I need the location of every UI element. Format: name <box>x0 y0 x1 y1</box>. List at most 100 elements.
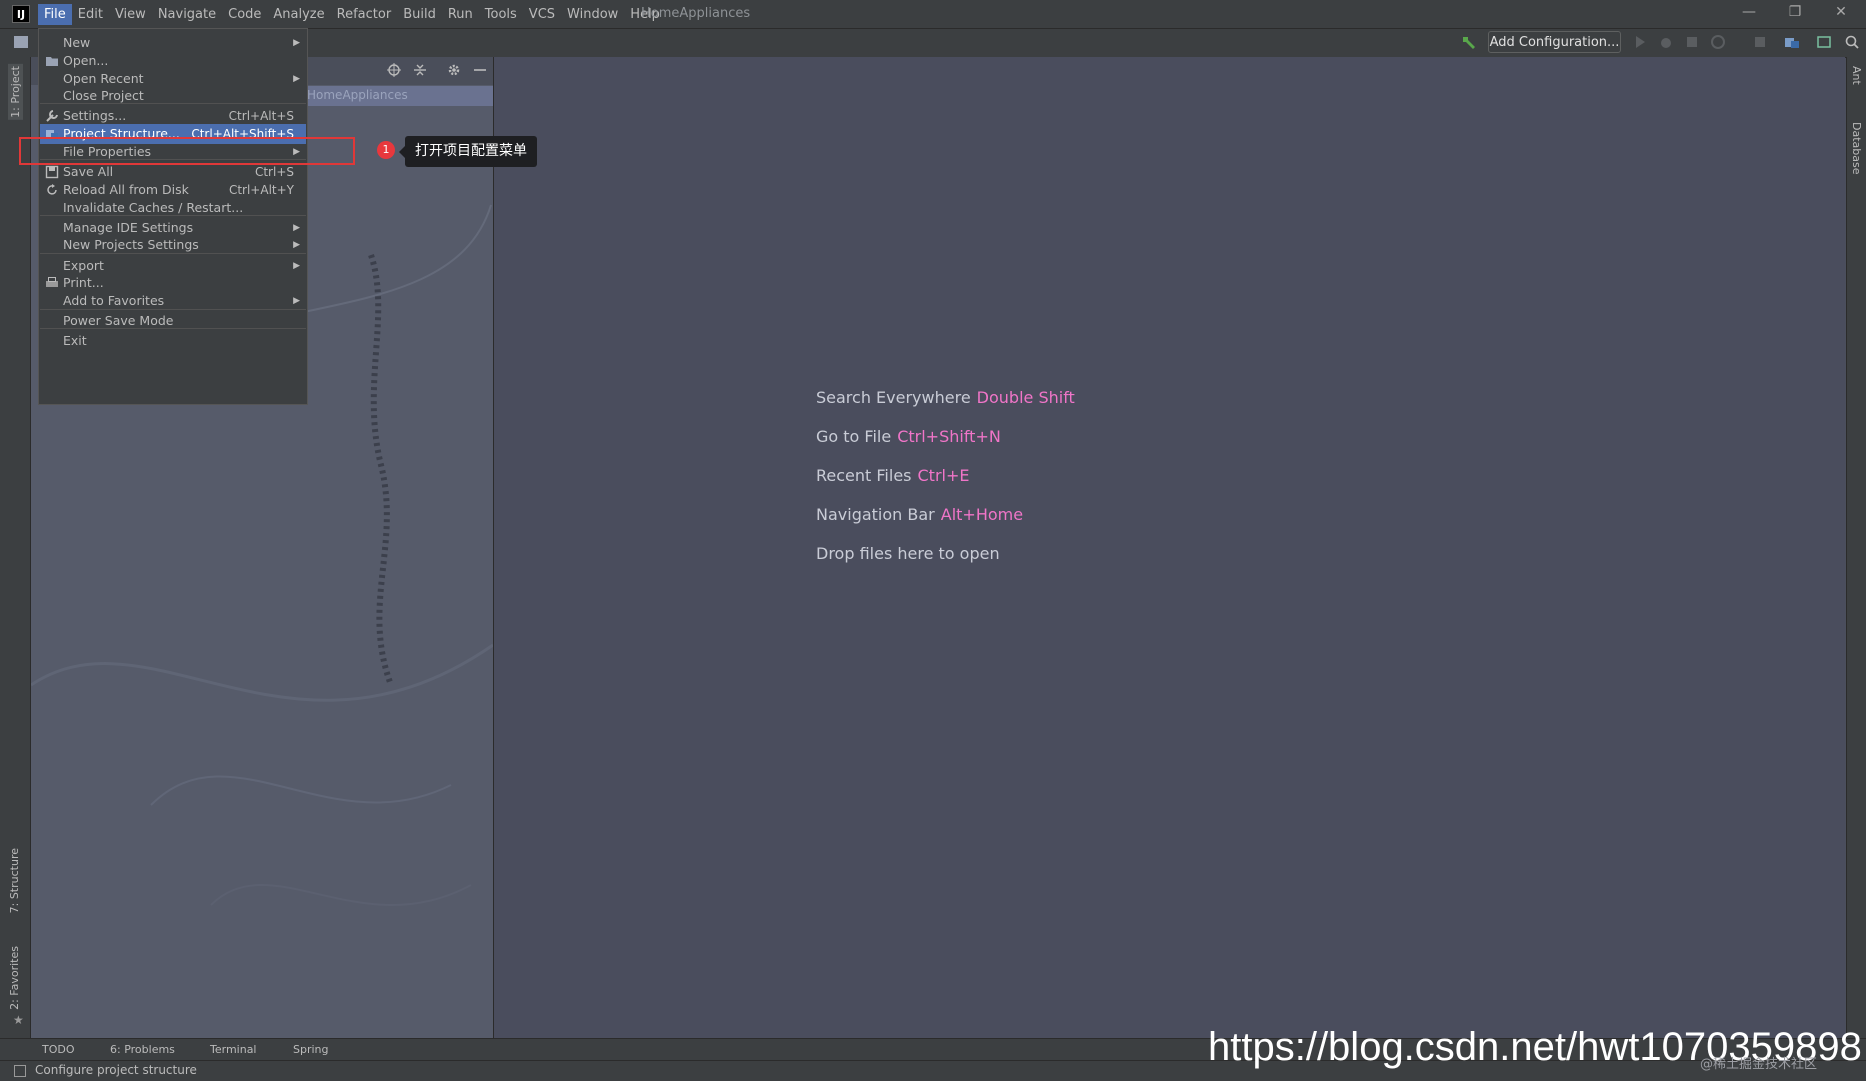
hint-text: Recent Files <box>816 466 912 485</box>
status-toggle-icon[interactable] <box>14 1065 26 1077</box>
menu-separator <box>40 103 306 104</box>
file-menu-item-label: Reload All from Disk <box>63 182 189 197</box>
file-menu-item-reload-all-from-disk[interactable]: Reload All from Disk Ctrl+Alt+Y <box>40 180 306 200</box>
editor-hint: Drop files here to open <box>816 544 1000 563</box>
hide-panel-icon[interactable] <box>472 62 488 78</box>
menu-tools[interactable]: Tools <box>479 4 523 25</box>
menu-separator <box>40 215 306 216</box>
right-tool-strip <box>1846 57 1866 1038</box>
sdk-icon[interactable] <box>1816 34 1832 50</box>
hint-text: Search Everywhere <box>816 388 971 407</box>
window-title: HomeAppliances <box>641 6 751 21</box>
menu-vcs[interactable]: VCS <box>523 4 561 25</box>
collapse-all-icon[interactable] <box>412 62 428 78</box>
hint-text: Go to File <box>816 427 892 446</box>
file-menu: New ▶ Open... Open Recent ▶ Close Project Sett… <box>38 28 308 405</box>
gear-icon[interactable] <box>446 62 462 78</box>
menu-view[interactable]: View <box>109 4 152 25</box>
project-tool-tab[interactable]: 1: Project <box>8 64 23 120</box>
menu-build[interactable]: Build <box>397 4 442 25</box>
editor-hint: Recent Files Ctrl+E <box>816 466 969 485</box>
file-menu-item-label: New <box>63 35 91 50</box>
bottom-tab-terminal[interactable]: Terminal <box>210 1043 257 1056</box>
hint-text: Navigation Bar <box>816 505 935 524</box>
menu-code[interactable]: Code <box>222 4 267 25</box>
star-icon: ★ <box>13 1013 24 1027</box>
editor-hint: Go to File Ctrl+Shift+N <box>816 427 1001 446</box>
submenu-arrow-icon: ▶ <box>293 240 300 250</box>
hint-shortcut: Ctrl+Shift+N <box>897 427 1001 446</box>
menu-window[interactable]: Window <box>561 4 624 25</box>
restore-icon[interactable]: ❐ <box>1778 4 1812 24</box>
shortcut-label: Ctrl+S <box>254 165 294 179</box>
annotation-callout: 打开项目配置菜单 <box>405 136 537 167</box>
print-icon <box>45 276 59 290</box>
file-menu-item-add-to-favorites[interactable]: Add to Favorites ▶ <box>40 291 306 311</box>
close-icon[interactable]: ✕ <box>1824 4 1858 24</box>
submenu-arrow-icon: ▶ <box>293 38 300 48</box>
editor-hint: Navigation Bar Alt+Home <box>816 505 1023 524</box>
file-menu-item-label: New Projects Settings <box>63 237 199 252</box>
reload-icon <box>45 183 59 197</box>
hint-shortcut: Double Shift <box>976 388 1075 407</box>
shortcut-label: Ctrl+Alt+S <box>228 109 294 123</box>
file-menu-item-print[interactable]: Print... <box>40 273 306 293</box>
search-icon[interactable] <box>1844 34 1860 50</box>
bottom-tab-spring[interactable]: Spring <box>293 1043 329 1056</box>
menu-file[interactable]: File <box>38 3 72 25</box>
main-menu: File Edit View Navigate Code Analyze Refactor B… <box>38 0 666 28</box>
hint-shortcut: Alt+Home <box>940 505 1024 524</box>
add-configuration-button[interactable]: Add Configuration... <box>1488 31 1621 53</box>
folder-icon <box>45 54 59 68</box>
run-icon[interactable] <box>1632 34 1648 50</box>
debug-icon[interactable] <box>1658 34 1674 50</box>
submenu-arrow-icon: ▶ <box>293 296 300 306</box>
shortcut-label: Ctrl+Alt+Y <box>228 183 294 197</box>
bottom-tab-6-problems[interactable]: 6: Problems <box>110 1043 175 1056</box>
status-text: Configure project structure <box>35 1063 197 1077</box>
file-menu-item-exit[interactable]: Exit <box>40 331 306 351</box>
wrench-icon <box>45 109 59 123</box>
file-menu-item-open[interactable]: Open... <box>40 51 306 71</box>
annotation-number: 1 <box>377 141 395 159</box>
editor-hint: Search Everywhere Double Shift <box>816 388 1075 407</box>
menu-navigate[interactable]: Navigate <box>152 4 222 25</box>
menu-refactor[interactable]: Refactor <box>331 4 398 25</box>
file-menu-item-settings[interactable]: Settings... Ctrl+Alt+S <box>40 106 306 126</box>
project-structure-icon[interactable] <box>1784 34 1800 50</box>
intellij-logo-icon: IJ <box>12 5 30 23</box>
menu-separator <box>40 328 306 329</box>
favorites-tool-tab[interactable]: 2: Favorites <box>8 946 21 1010</box>
file-menu-item-label: Add to Favorites <box>63 293 165 308</box>
editor-area <box>494 57 1845 1038</box>
folder-icon <box>14 36 28 48</box>
file-menu-item-label: Open... <box>63 53 109 68</box>
structure-tool-tab[interactable]: 7: Structure <box>8 848 21 913</box>
database-tool-tab[interactable]: Database <box>1850 122 1863 175</box>
menu-analyze[interactable]: Analyze <box>267 4 330 25</box>
hammer-icon[interactable] <box>1461 34 1477 50</box>
file-menu-item-label: Print... <box>63 275 104 290</box>
file-menu-item-new[interactable]: New ▶ <box>40 33 306 53</box>
ant-tool-tab[interactable]: Ant <box>1850 66 1863 85</box>
locate-icon[interactable] <box>386 62 402 78</box>
bottom-tab-todo[interactable]: TODO <box>42 1043 75 1056</box>
minimize-icon[interactable]: — <box>1732 4 1766 24</box>
file-menu-item-label: Settings... <box>63 108 127 123</box>
profile-icon[interactable] <box>1710 34 1726 50</box>
menu-separator <box>40 309 306 310</box>
file-menu-item-new-projects-settings[interactable]: New Projects Settings ▶ <box>40 235 306 255</box>
menu-run[interactable]: Run <box>442 4 479 25</box>
file-menu-item-label: Exit <box>63 333 87 348</box>
save-icon <box>45 165 59 179</box>
hint-text: Drop files here to open <box>816 544 1000 563</box>
stop-icon[interactable] <box>1752 34 1768 50</box>
file-menu-item-save-all[interactable]: Save All Ctrl+S <box>40 162 306 182</box>
tree-root-item[interactable]: HomeAppliances <box>307 88 408 102</box>
menu-edit[interactable]: Edit <box>72 4 109 25</box>
file-menu-item-label: Save All <box>63 164 114 179</box>
coverage-icon[interactable] <box>1684 34 1700 50</box>
highlight-box <box>19 137 355 165</box>
watermark-sub: @稀土掘金技术社区 <box>1700 1057 1818 1072</box>
hint-shortcut: Ctrl+E <box>917 466 970 485</box>
